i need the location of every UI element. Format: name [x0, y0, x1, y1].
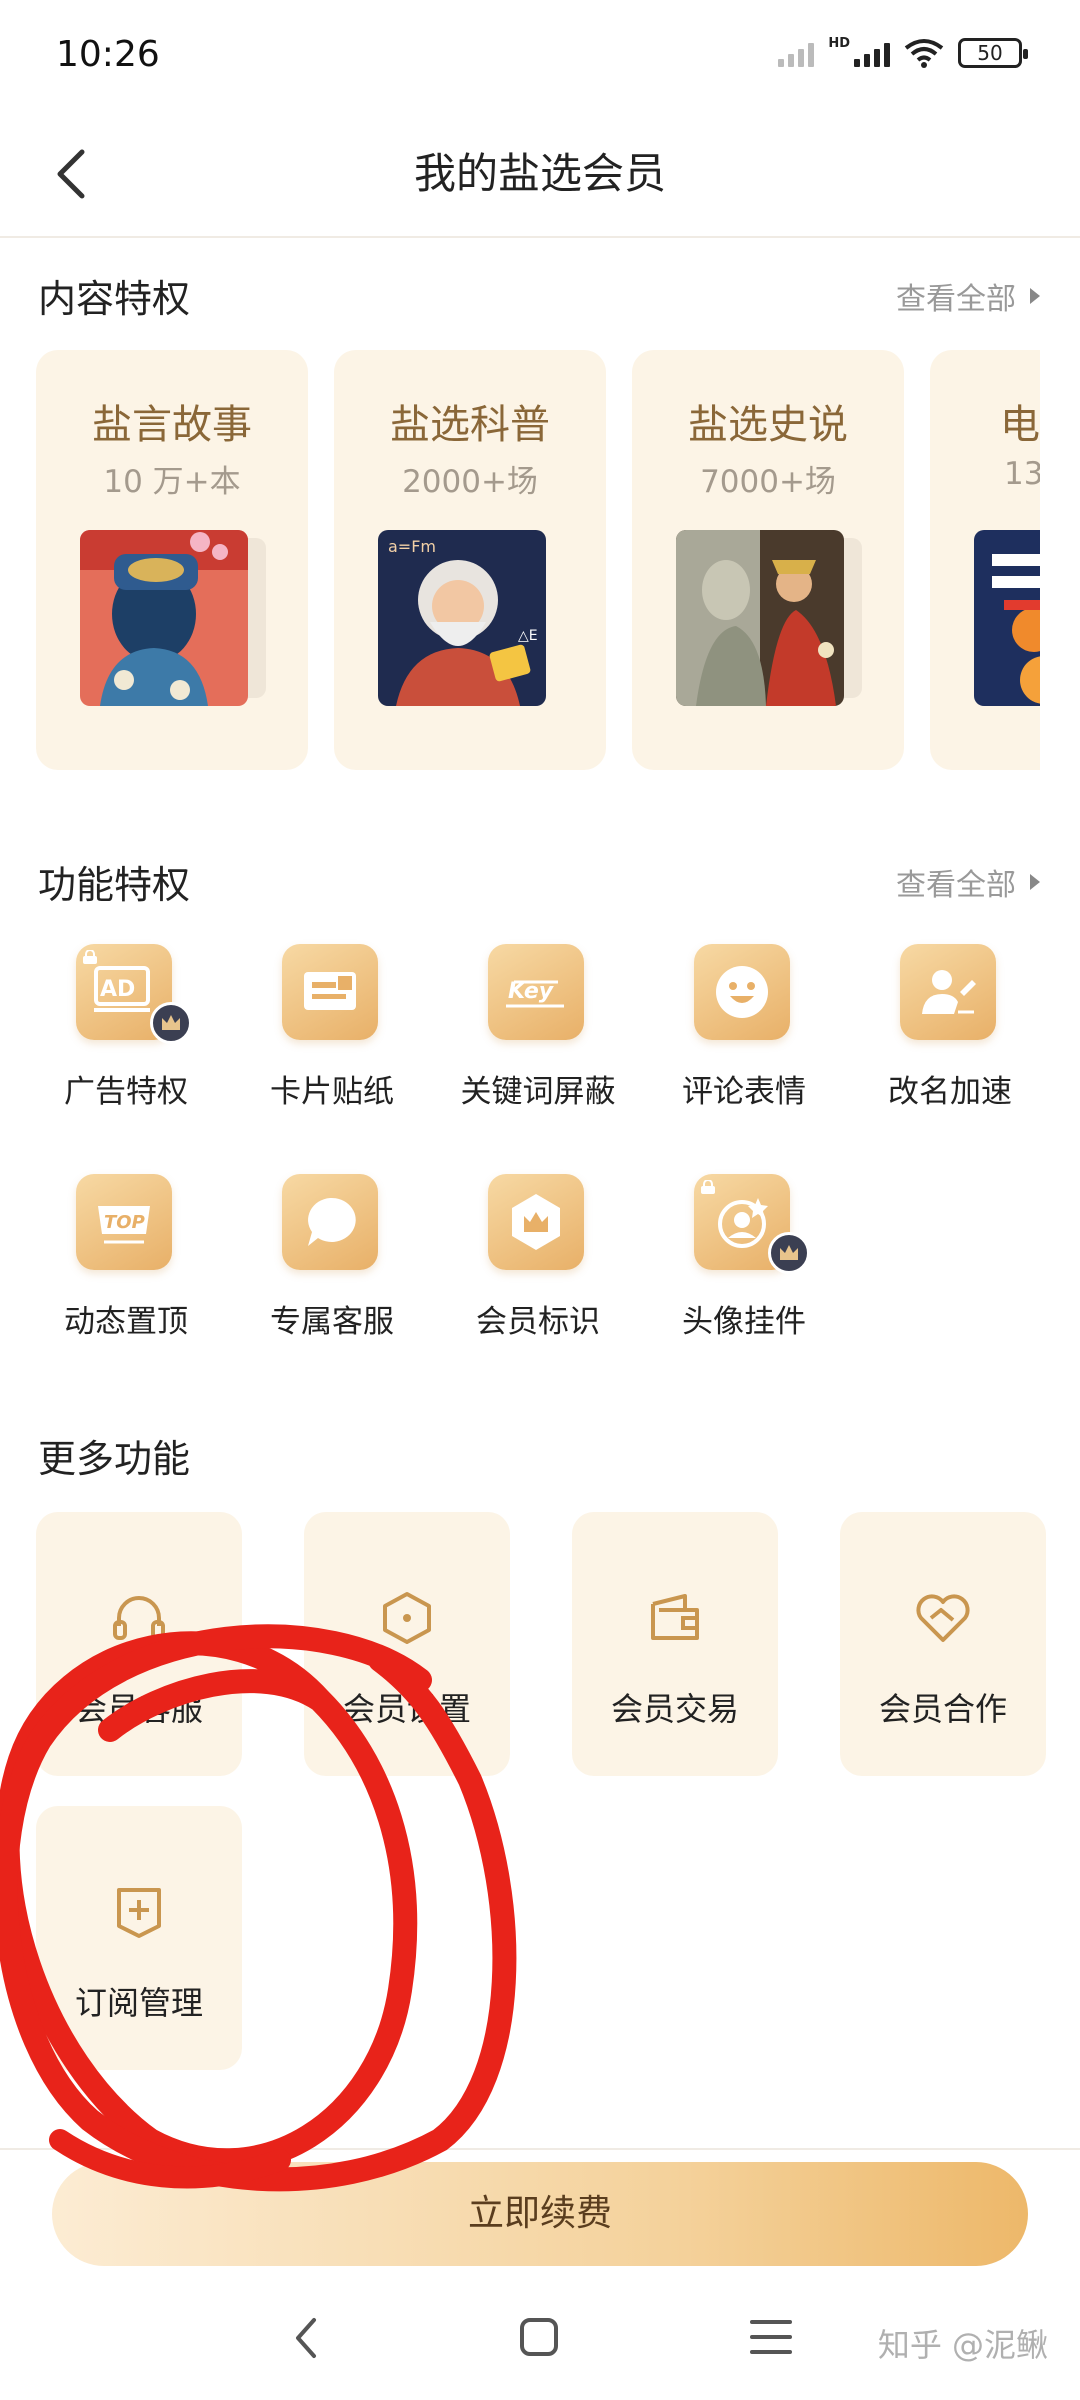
book-cover-stack: [974, 530, 1040, 706]
svg-text:TOP: TOP: [104, 1212, 145, 1233]
nav-back-button[interactable]: [272, 2308, 342, 2368]
function-item-keyword-block[interactable]: Key 关键词屏蔽: [438, 944, 638, 1144]
function-item-label: 评论表情: [682, 1074, 806, 1110]
function-item-rename-speedup[interactable]: 改名加速: [850, 944, 1050, 1144]
function-item-avatar-pendant[interactable]: 头像挂件: [644, 1174, 844, 1374]
page-header: 我的盐选会员: [0, 110, 1080, 238]
function-item-exclusive-service[interactable]: 专属客服: [232, 1174, 432, 1374]
content-card-title: 盐选史说: [688, 402, 848, 448]
content-card-title: 盐言故事: [92, 402, 252, 448]
function-privileges-title: 功能特权: [38, 863, 191, 907]
status-bar: 10:26 HD 50: [0, 0, 1080, 110]
content-card-subtitle: 7000+场: [700, 464, 836, 500]
network-type-label: HD: [828, 35, 850, 51]
nav-home-button[interactable]: [504, 2308, 574, 2368]
more-item-member-settings[interactable]: 会员设置: [304, 1512, 510, 1776]
watermark: 知乎 @泥鳅: [877, 2326, 1048, 2364]
content-card-subtitle: 13: [1004, 456, 1040, 492]
function-item-label: 专属客服: [270, 1304, 394, 1340]
card-sticker-icon: [282, 944, 378, 1040]
see-all-label: 查看全部: [896, 282, 1016, 317]
function-see-all-link[interactable]: 查看全部: [896, 860, 1040, 904]
rename-icon: [900, 944, 996, 1040]
handshake-heart-icon: [916, 1594, 970, 1642]
svg-text:AD: AD: [100, 977, 135, 1002]
crown-badge-icon: [150, 1002, 192, 1044]
more-item-member-transaction[interactable]: 会员交易: [572, 1512, 778, 1776]
function-item-label: 动态置顶: [64, 1304, 188, 1340]
function-item-label: 卡片贴纸: [270, 1074, 394, 1110]
function-item-label: 头像挂件: [682, 1304, 806, 1340]
more-item-label: 订阅管理: [74, 1984, 203, 2022]
more-item-member-cooperation[interactable]: 会员合作: [840, 1512, 1046, 1776]
content-card-subtitle: 10 万+本: [103, 464, 241, 500]
status-icons: HD 50: [778, 35, 1028, 68]
top-icon: TOP: [76, 1174, 172, 1270]
function-item-pin-top[interactable]: TOP 动态置顶: [26, 1174, 226, 1374]
book-cover-stack: [676, 530, 876, 706]
content-card[interactable]: 盐言故事 10 万+本: [36, 350, 308, 770]
content-card-title: 电: [1000, 402, 1040, 448]
lock-icon: [83, 950, 97, 964]
function-item-card-sticker[interactable]: 卡片贴纸: [232, 944, 432, 1144]
function-item-member-badge[interactable]: 会员标识: [438, 1174, 638, 1374]
headset-icon: [113, 1596, 165, 1640]
svg-text:a=Fm: a=Fm: [388, 537, 436, 556]
content-cards-scroller[interactable]: 盐言故事 10 万+本 盐选科普 2000+场 a=Fm △E 盐选史说 700…: [0, 350, 1040, 780]
wifi-icon: [904, 39, 944, 68]
more-item-label: 会员交易: [610, 1690, 739, 1728]
emoji-icon: [694, 944, 790, 1040]
subscription-add-icon: [117, 1888, 161, 1938]
function-item-comment-emoji[interactable]: 评论表情: [644, 944, 844, 1144]
book-cover-image: [80, 530, 248, 706]
more-item-member-service[interactable]: 会员客服: [36, 1512, 242, 1776]
triangle-right-icon: [1030, 874, 1040, 890]
lock-icon: [701, 1180, 715, 1194]
nav-menu-button[interactable]: [736, 2308, 806, 2368]
function-item-label: 改名加速: [888, 1074, 1012, 1110]
see-all-label: 查看全部: [896, 868, 1016, 903]
book-cover-image: a=Fm △E: [378, 530, 546, 706]
hexagon-settings-icon: [383, 1592, 431, 1644]
more-item-label: 会员设置: [342, 1690, 471, 1728]
book-cover-image: [676, 530, 844, 706]
function-item-ad-privilege[interactable]: AD 广告特权: [26, 944, 226, 1144]
content-see-all-link[interactable]: 查看全部: [896, 274, 1040, 318]
signal-icon-sim1: [778, 39, 815, 67]
wallet-icon: [651, 1594, 699, 1640]
chevron-left-icon: [296, 2318, 316, 2358]
more-functions-title: 更多功能: [38, 1437, 191, 1481]
book-cover-image: [974, 530, 1040, 706]
more-item-subscription-management[interactable]: 订阅管理: [36, 1806, 242, 2070]
content-card-title: 盐选科普: [390, 402, 550, 448]
menu-icon: [750, 2320, 792, 2354]
content-card[interactable]: 电 13: [930, 350, 1040, 770]
function-item-label: 关键词屏蔽: [460, 1074, 616, 1110]
function-item-label: 广告特权: [64, 1074, 188, 1110]
square-home-icon: [520, 2318, 558, 2356]
chat-bubble-icon: [282, 1174, 378, 1270]
book-cover-stack: a=Fm △E: [378, 530, 578, 706]
book-cover-stack: [80, 530, 280, 706]
status-time: 10:26: [56, 34, 160, 75]
signal-icon-sim2: [854, 39, 890, 67]
battery-indicator: 50: [958, 38, 1028, 68]
content-card-subtitle: 2000+场: [402, 464, 538, 500]
bottom-divider: [0, 2148, 1080, 2150]
keyword-block-icon: Key: [488, 944, 584, 1040]
page-title: 我的盐选会员: [413, 149, 666, 198]
content-card[interactable]: 盐选科普 2000+场 a=Fm △E: [334, 350, 606, 770]
member-badge-icon: [488, 1174, 584, 1270]
content-privileges-title: 内容特权: [38, 277, 191, 321]
more-item-label: 会员客服: [74, 1690, 203, 1728]
more-item-label: 会员合作: [878, 1690, 1007, 1728]
function-item-label: 会员标识: [476, 1304, 600, 1340]
triangle-right-icon: [1030, 288, 1040, 304]
content-card[interactable]: 盐选史说 7000+场: [632, 350, 904, 770]
renew-button[interactable]: 立即续费: [52, 2162, 1028, 2266]
svg-text:△E: △E: [518, 628, 538, 644]
crown-badge-icon: [768, 1232, 810, 1274]
